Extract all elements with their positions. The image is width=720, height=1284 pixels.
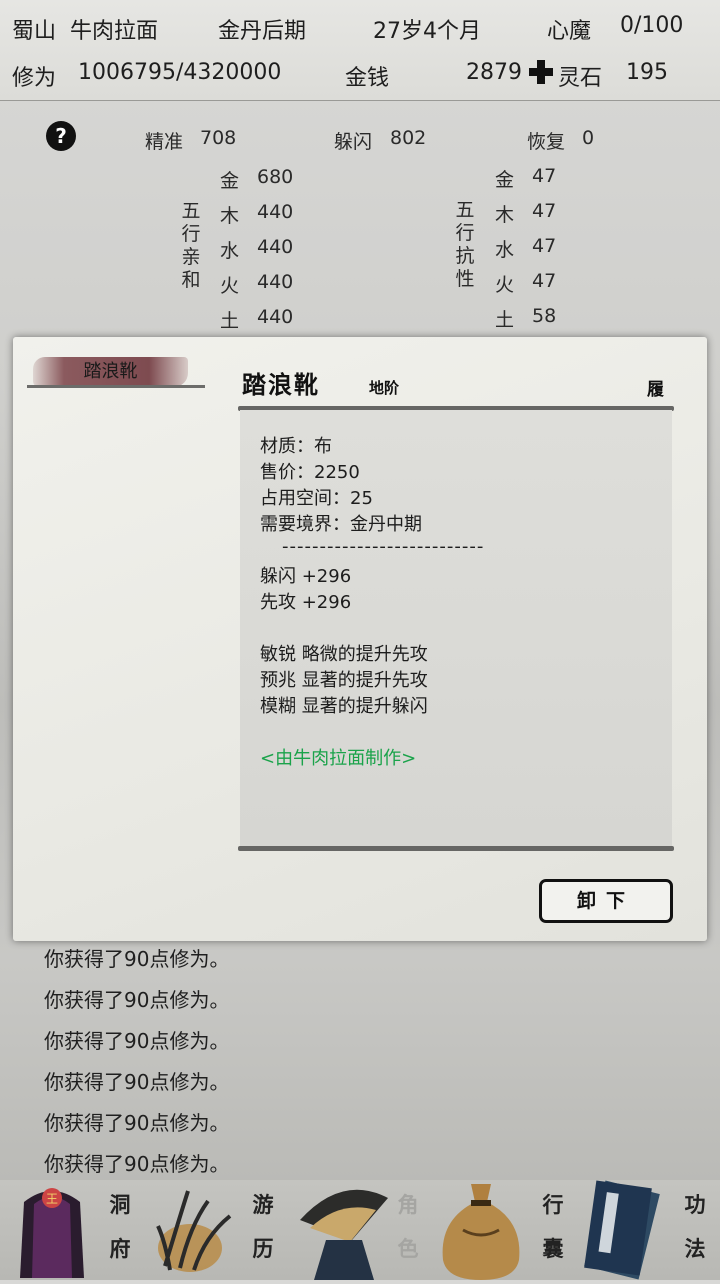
resist-title-char: 行 [455, 222, 475, 244]
bag-icon[interactable] [433, 1180, 529, 1280]
separator-line: --------------------------- [282, 536, 485, 557]
affinity-element: 木 [220, 205, 240, 227]
money-label: 金钱 [345, 66, 390, 91]
crafter-line: <由牛肉拉面制作> [260, 748, 417, 769]
resist-value: 47 [532, 235, 557, 257]
unequip-button[interactable]: 卸下 [539, 879, 673, 923]
affinity-value: 440 [257, 236, 294, 258]
item-grade: 地阶 [369, 379, 400, 397]
spirit-stone-label: 灵石 [558, 66, 603, 91]
dodge-bonus: 躲闪 +296 [260, 566, 352, 587]
resist-title-char: 五 [455, 199, 475, 221]
item-description: 材质：布 售价：2250 占用空间：25 需要境界：金丹中期 ---------… [240, 410, 672, 847]
heart-demon-value: 0/100 [620, 13, 684, 38]
resist-element: 水 [495, 239, 515, 261]
price-line: 售价：2250 [260, 462, 360, 483]
nav-bag-bottom[interactable]: 囊 [540, 1232, 566, 1266]
age-label: 27岁4个月 [373, 19, 481, 44]
role-icon[interactable] [292, 1180, 392, 1280]
affinity-title-char: 和 [181, 269, 201, 291]
nav-bag-top[interactable]: 行 [540, 1188, 566, 1222]
player-name: 牛肉拉面 [70, 19, 159, 44]
log-line: 你获得了90点修为。 [44, 1152, 230, 1176]
resist-element: 金 [495, 169, 515, 191]
affinity-element: 土 [220, 310, 240, 332]
log-line: 你获得了90点修为。 [44, 1111, 230, 1135]
resist-title-char: 性 [455, 268, 475, 290]
divider-bottom [238, 846, 674, 851]
log-line: 你获得了90点修为。 [44, 988, 230, 1012]
resist-value: 47 [532, 200, 557, 222]
affinity-element: 火 [220, 275, 240, 297]
cultivation-value: 1006795/4320000 [78, 60, 282, 85]
affinity-value: 440 [257, 271, 294, 293]
plus-icon[interactable] [527, 58, 555, 86]
money-value: 2879 [466, 60, 522, 85]
message-log: 你获得了90点修为。 你获得了90点修为。 你获得了90点修为。 你获得了90点… [0, 935, 720, 1180]
affix-line: 预兆 显著的提升先攻 [260, 670, 428, 691]
item-detail-dialog: 踏浪靴 踏浪靴 地阶 履 材质：布 售价：2250 占用空间：25 需要境界：金… [13, 337, 707, 941]
resist-value: 58 [532, 305, 557, 327]
nav-role-bottom[interactable]: 色 [395, 1232, 421, 1266]
dodge-label: 躲闪 [334, 131, 373, 153]
affix-line: 模糊 显著的提升躲闪 [260, 696, 428, 717]
resist-element: 火 [495, 274, 515, 296]
tab-item[interactable]: 踏浪靴 [33, 357, 188, 387]
nav-cave-top[interactable]: 洞 [107, 1188, 133, 1222]
affinity-title: 五 行 亲 和 [180, 200, 202, 292]
resist-title-char: 抗 [455, 245, 475, 267]
nav-role-top[interactable]: 角 [395, 1188, 421, 1222]
accuracy-label: 精准 [145, 131, 184, 153]
nav-travel-top[interactable]: 游 [250, 1188, 276, 1222]
affinity-value: 440 [257, 306, 294, 328]
cave-icon[interactable]: 王 [12, 1182, 92, 1278]
affinity-title-char: 行 [181, 223, 201, 245]
resist-title: 五 行 抗 性 [454, 199, 476, 291]
status-bar: 蜀山 牛肉拉面 金丹后期 27岁4个月 心魔 0/100 修为 1006795/… [0, 0, 720, 101]
realm-label: 金丹后期 [218, 19, 307, 44]
spirit-stone-value: 195 [626, 60, 668, 85]
resist-element: 木 [495, 204, 515, 226]
resist-value: 47 [532, 270, 557, 292]
heart-demon-label: 心魔 [547, 19, 592, 44]
initiative-bonus: 先攻 +296 [260, 592, 352, 613]
affinity-value: 680 [257, 166, 294, 188]
space-line: 占用空间：25 [260, 488, 373, 509]
affinity-title-char: 亲 [181, 246, 201, 268]
location-label: 蜀山 [12, 19, 57, 44]
nav-cave-bottom[interactable]: 府 [107, 1232, 133, 1266]
affinity-value: 440 [257, 201, 294, 223]
nav-travel-bottom[interactable]: 历 [250, 1232, 276, 1266]
cultivation-label: 修为 [12, 66, 57, 91]
log-line: 你获得了90点修为。 [44, 947, 230, 971]
item-slot: 履 [647, 380, 664, 400]
log-line: 你获得了90点修为。 [44, 1029, 230, 1053]
recover-label: 恢复 [527, 131, 566, 153]
affinity-element: 水 [220, 240, 240, 262]
travel-icon[interactable] [150, 1186, 240, 1276]
material-line: 材质：布 [260, 436, 332, 457]
item-name: 踏浪靴 [242, 370, 320, 399]
help-icon[interactable]: ? [46, 121, 76, 151]
dodge-value: 802 [390, 127, 427, 149]
affix-line: 敏锐 略微的提升先攻 [260, 644, 428, 665]
bottom-nav: 王 洞 府 游 历 角 色 行 囊 功 法 [0, 1180, 720, 1280]
nav-skill-top[interactable]: 功 [682, 1188, 708, 1222]
realm-req-line: 需要境界：金丹中期 [260, 514, 422, 535]
accuracy-value: 708 [200, 127, 237, 149]
nav-skill-bottom[interactable]: 法 [682, 1232, 708, 1266]
affinity-element: 金 [220, 170, 240, 192]
log-line: 你获得了90点修为。 [44, 1070, 230, 1094]
svg-text:王: 王 [46, 1192, 58, 1206]
resist-element: 土 [495, 309, 515, 331]
recover-value: 0 [582, 127, 595, 149]
affinity-title-char: 五 [181, 200, 201, 222]
tab-underline [27, 385, 205, 388]
skill-book-icon[interactable] [582, 1180, 672, 1280]
resist-value: 47 [532, 165, 557, 187]
